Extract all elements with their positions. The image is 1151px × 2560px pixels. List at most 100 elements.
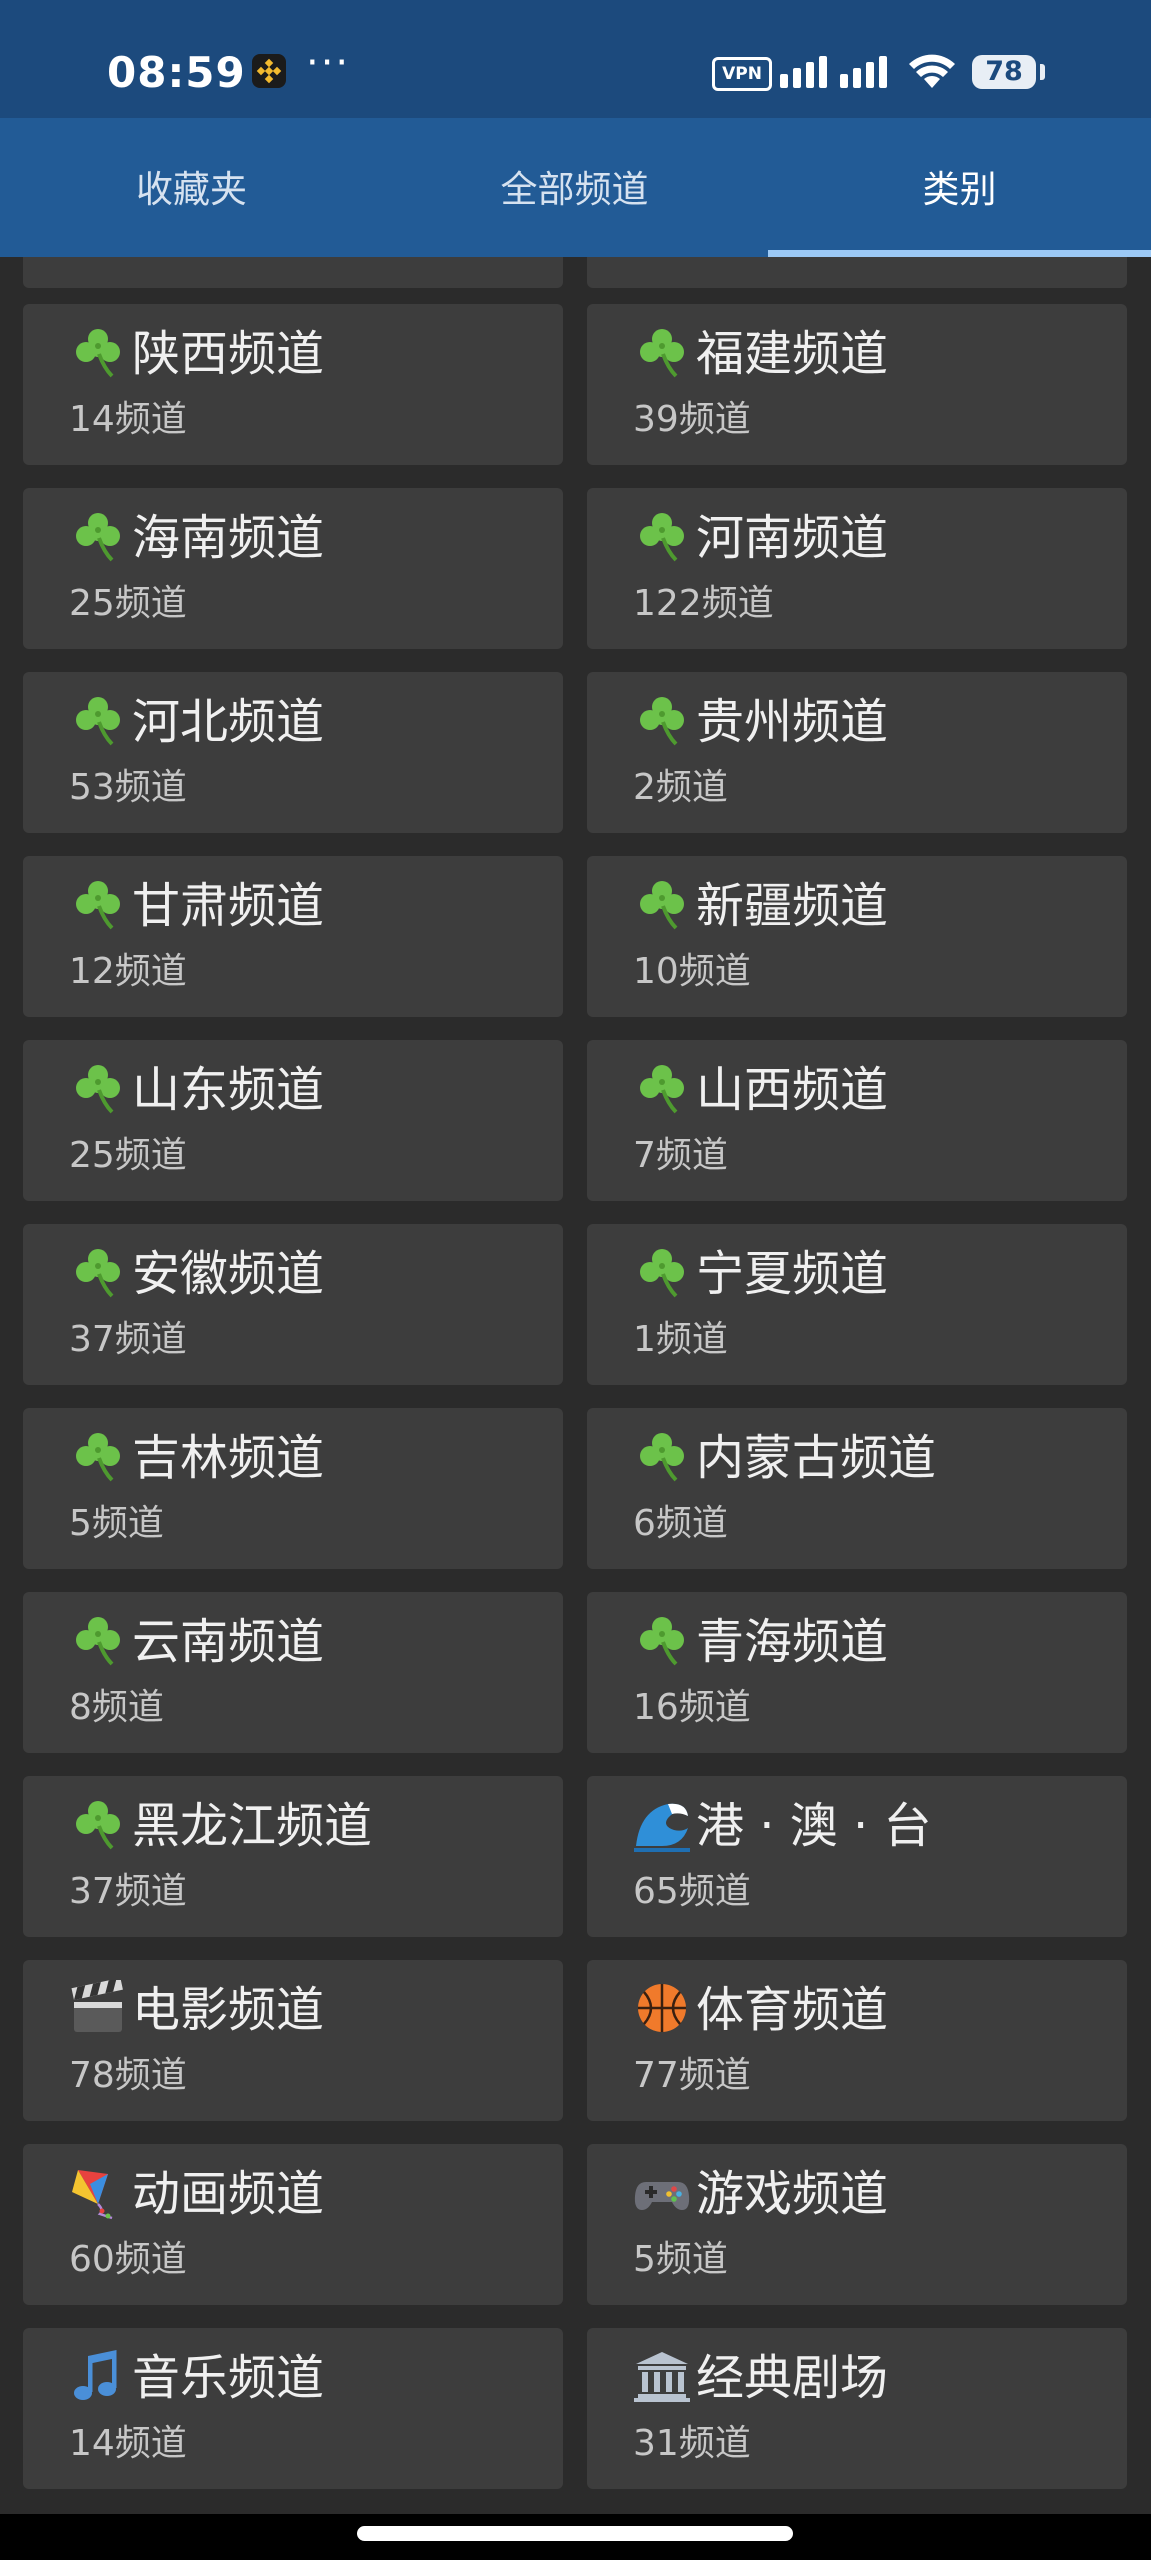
category-card[interactable]: 吉林频道 5频道	[23, 1408, 563, 1569]
clover-icon	[68, 508, 128, 564]
category-name: 贵州频道	[696, 694, 889, 750]
tab-favorites[interactable]: 收藏夹	[0, 118, 383, 257]
category-channel-count: 78频道	[69, 2055, 187, 2096]
category-channel-count: 25频道	[69, 583, 187, 624]
category-title: 黑龙江频道	[68, 1794, 372, 1858]
category-card[interactable]: 云南频道 8频道	[23, 1592, 563, 1753]
category-channel-count: 53频道	[69, 767, 187, 808]
category-card[interactable]: 新疆频道 10频道	[587, 856, 1127, 1017]
category-title: 山西频道	[632, 1058, 888, 1122]
category-card[interactable]: 动画频道 60频道	[23, 2144, 563, 2305]
category-title: 山东频道	[68, 1058, 324, 1122]
category-channel-count: 6频道	[633, 1503, 728, 1544]
category-card[interactable]: 宁夏频道 1频道	[587, 1224, 1127, 1385]
category-name: 吉林频道	[132, 1430, 325, 1486]
category-channel-count: 65频道	[633, 1871, 751, 1912]
music-note-icon	[68, 2348, 128, 2404]
category-channel-count: 31频道	[633, 2423, 751, 2464]
tab-bar: 收藏夹 全部频道 类别	[0, 118, 1151, 257]
home-indicator[interactable]	[357, 2526, 793, 2541]
clover-icon	[68, 1244, 128, 1300]
classical-building-icon	[632, 2348, 692, 2404]
category-name: 黑龙江频道	[132, 1798, 373, 1854]
category-title: 海南频道	[68, 506, 324, 570]
category-card[interactable]: 河北频道 53频道	[23, 672, 563, 833]
category-card[interactable]: 黑龙江频道 37频道	[23, 1776, 563, 1937]
category-card-partial[interactable]	[587, 257, 1127, 288]
category-title: 福建频道	[632, 322, 888, 386]
vpn-indicator: VPN	[712, 57, 772, 91]
category-title: 河南频道	[632, 506, 888, 570]
basketball-icon	[632, 1980, 692, 2036]
clover-icon	[68, 1612, 128, 1668]
category-card[interactable]: 山西频道 7频道	[587, 1040, 1127, 1201]
category-title: 电影频道	[68, 1977, 325, 2042]
category-card[interactable]: 安徽频道 37频道	[23, 1224, 563, 1385]
category-name: 游戏频道	[696, 2166, 889, 2222]
category-card[interactable]: 经典剧场 31频道	[587, 2328, 1127, 2489]
category-channel-count: 122频道	[633, 583, 774, 624]
category-card[interactable]: 青海频道 16频道	[587, 1592, 1127, 1753]
category-name: 河北频道	[132, 694, 325, 750]
tab-all-channels[interactable]: 全部频道	[383, 118, 766, 257]
category-title: 安徽频道	[68, 1242, 324, 1306]
category-name: 新疆频道	[696, 878, 889, 934]
category-name: 港 · 澳 · 台	[696, 1798, 932, 1854]
category-card[interactable]: 游戏频道 5频道	[587, 2144, 1127, 2305]
category-channel-count: 14频道	[69, 2423, 187, 2464]
category-channel-count: 1频道	[633, 1319, 728, 1360]
clover-icon	[68, 1796, 128, 1852]
category-channel-count: 77频道	[633, 2055, 751, 2096]
clapperboard-icon	[68, 1977, 128, 2036]
tab-categories[interactable]: 类别	[768, 118, 1151, 257]
category-channel-count: 60频道	[69, 2239, 187, 2280]
category-name: 山东频道	[132, 1062, 325, 1118]
gamepad-icon	[632, 2164, 692, 2220]
active-tab-indicator	[768, 250, 1151, 257]
category-card[interactable]: 内蒙古频道 6频道	[587, 1408, 1127, 1569]
clover-icon	[632, 508, 692, 564]
category-name: 海南频道	[132, 510, 325, 566]
wave-icon	[632, 1796, 692, 1852]
category-title: 动画频道	[68, 2162, 324, 2226]
category-title: 青海频道	[632, 1610, 888, 1674]
category-card[interactable]: 陕西频道 14频道	[23, 304, 563, 465]
category-channel-count: 10频道	[633, 951, 751, 992]
category-title: 经典剧场	[632, 2346, 888, 2410]
category-channel-count: 37频道	[69, 1871, 187, 1912]
category-title: 体育频道	[632, 1978, 888, 2042]
category-card[interactable]: 甘肃频道 12频道	[23, 856, 563, 1017]
category-card[interactable]: 河南频道 122频道	[587, 488, 1127, 649]
category-title: 河北频道	[68, 690, 324, 754]
category-title: 新疆频道	[632, 874, 888, 938]
category-channel-count: 5频道	[69, 1503, 164, 1544]
clover-icon	[68, 876, 128, 932]
category-channel-count: 2频道	[633, 767, 728, 808]
category-name: 山西频道	[696, 1062, 889, 1118]
category-channel-count: 25频道	[69, 1135, 187, 1176]
category-grid[interactable]: 陕西频道 14频道 福建频道 39频道海南频道 25频道 河南频道 122频道河北频道 53频…	[0, 257, 1151, 2514]
category-name: 安徽频道	[132, 1246, 325, 1302]
clover-icon	[632, 1244, 692, 1300]
category-card[interactable]: 山东频道 25频道	[23, 1040, 563, 1201]
category-card[interactable]: 福建频道 39频道	[587, 304, 1127, 465]
status-bar: 08:59 ··· VPN 78	[0, 0, 1151, 118]
category-card[interactable]: 电影频道 78频道	[23, 1960, 563, 2121]
category-card[interactable]: 音乐频道 14频道	[23, 2328, 563, 2489]
category-name: 内蒙古频道	[696, 1430, 937, 1486]
category-card[interactable]: 贵州频道 2频道	[587, 672, 1127, 833]
clover-icon	[68, 692, 128, 748]
category-name: 音乐频道	[132, 2350, 325, 2406]
category-channel-count: 12频道	[69, 951, 187, 992]
category-card[interactable]: 海南频道 25频道	[23, 488, 563, 649]
category-card[interactable]: 港 · 澳 · 台 65频道	[587, 1776, 1127, 1937]
category-name: 电影频道	[132, 1982, 325, 2038]
category-card-partial[interactable]	[23, 257, 563, 288]
category-title: 内蒙古频道	[632, 1426, 936, 1490]
category-name: 河南频道	[696, 510, 889, 566]
category-channel-count: 39频道	[633, 399, 751, 440]
more-notifications-icon: ···	[306, 40, 351, 86]
clover-icon	[68, 1428, 128, 1484]
category-card[interactable]: 体育频道 77频道	[587, 1960, 1127, 2121]
category-title: 甘肃频道	[68, 874, 324, 938]
